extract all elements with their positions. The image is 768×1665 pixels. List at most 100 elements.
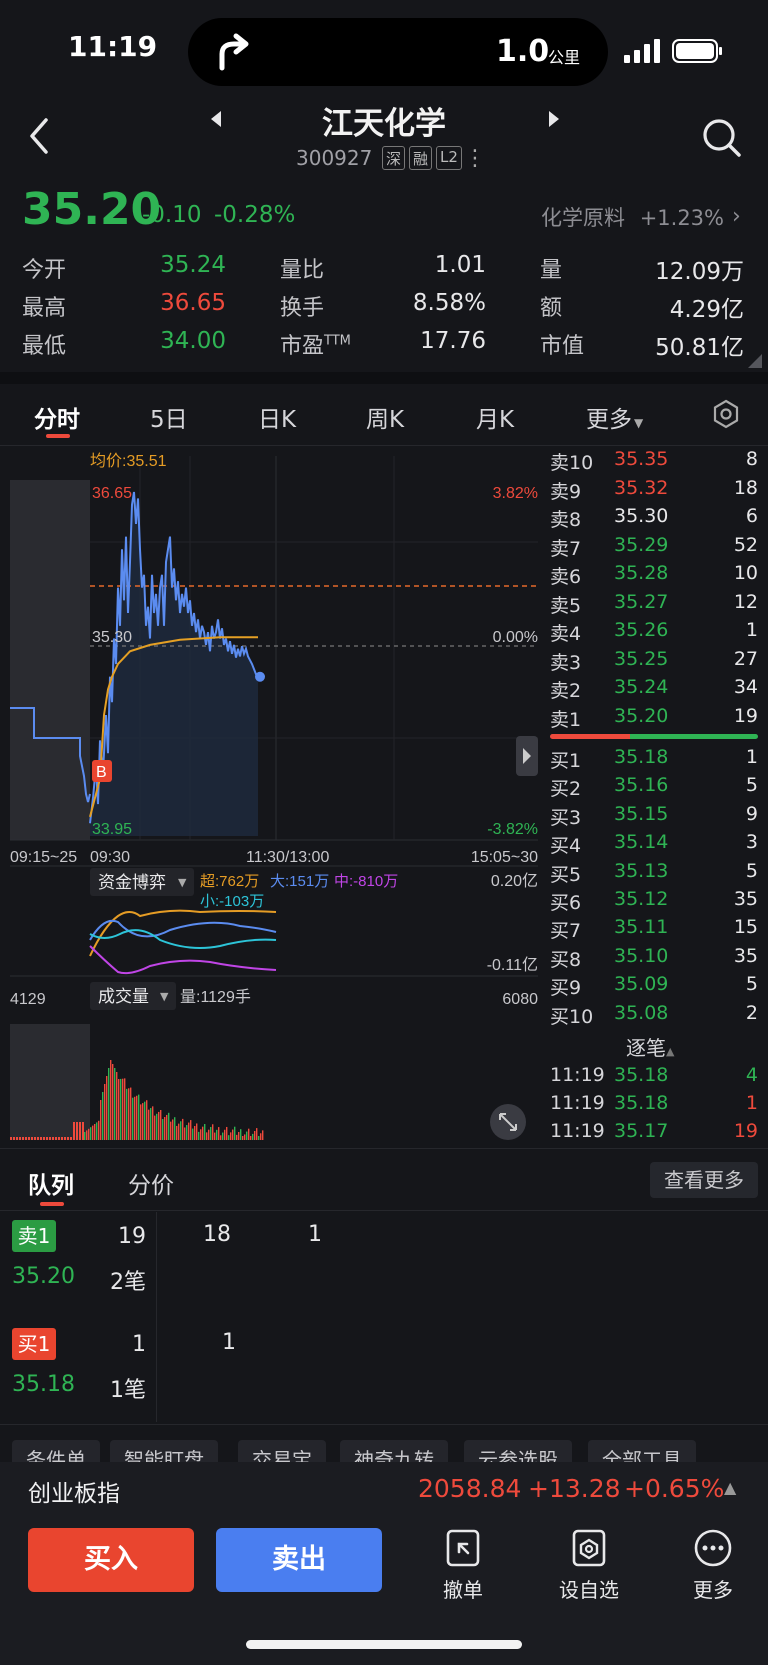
volume-bar xyxy=(88,1128,90,1140)
ask-row[interactable]: 卖6 35.28 10 xyxy=(548,562,758,590)
tab-monthly-k[interactable]: 月K xyxy=(476,400,514,434)
volume-bar xyxy=(228,1135,230,1140)
tick-time: 11:19 xyxy=(550,1092,605,1114)
tab-5day[interactable]: 5日 xyxy=(150,400,188,434)
volume-bar xyxy=(160,1110,162,1140)
level-label: 卖8 xyxy=(550,509,582,531)
ask-row[interactable]: 卖2 35.24 34 xyxy=(548,676,758,704)
tab-more[interactable]: 更多 ▼ xyxy=(586,400,643,434)
caret-up-icon[interactable]: ▲ xyxy=(724,1478,736,1497)
ask-row[interactable]: 卖3 35.25 27 xyxy=(548,648,758,676)
volume-bar xyxy=(252,1133,254,1140)
tab-intraday[interactable]: 分时 xyxy=(34,400,80,434)
volume-bar xyxy=(70,1137,72,1140)
amount-label: 额 xyxy=(540,296,563,321)
tab-daily-k[interactable]: 日K xyxy=(258,400,296,434)
ask-row[interactable]: 卖1 35.20 19 xyxy=(548,705,758,733)
bid-row[interactable]: 买2 35.16 5 xyxy=(548,774,758,802)
queue-divider xyxy=(156,1212,157,1422)
nav-distance-unit: 公里 xyxy=(548,48,581,67)
bid-row[interactable]: 买8 35.10 35 xyxy=(548,945,758,973)
volume-bar xyxy=(202,1126,204,1140)
sell1-count: 2笔 xyxy=(110,1270,146,1295)
index-name[interactable]: 创业板指 xyxy=(28,1474,120,1508)
home-indicator[interactable] xyxy=(246,1640,522,1649)
level-price: 35.15 xyxy=(614,802,669,825)
vol-ratio-label: 量比 xyxy=(280,258,325,283)
bid-row[interactable]: 买1 35.18 1 xyxy=(548,746,758,774)
tick-by-tick-title[interactable]: 逐笔▲ xyxy=(626,1032,674,1061)
level-price: 35.25 xyxy=(614,647,669,670)
ask-row[interactable]: 卖5 35.27 12 xyxy=(548,591,758,619)
avg-price-label: 均价:35.51 xyxy=(90,452,167,470)
level-volume: 5 xyxy=(745,973,758,996)
ask-row[interactable]: 卖7 35.29 52 xyxy=(548,534,758,562)
stock-name: 江天化学 xyxy=(322,106,446,142)
volume-bar xyxy=(256,1128,258,1140)
pct-base-label: 0.00% xyxy=(493,629,538,646)
level-volume: 35 xyxy=(733,944,758,967)
view-more-button[interactable]: 查看更多 xyxy=(650,1162,758,1198)
sell-button[interactable]: 卖出 xyxy=(216,1528,382,1592)
pe-label: 市盈TTM xyxy=(280,328,351,360)
volume-bar xyxy=(152,1106,154,1140)
bid-row[interactable]: 买5 35.13 5 xyxy=(548,860,758,888)
volume-bar xyxy=(176,1125,178,1140)
search-icon[interactable] xyxy=(700,116,744,160)
sell1-order[interactable]: 18 xyxy=(194,1222,240,1247)
x-label-open: 09:30 xyxy=(90,849,130,866)
volume-bar xyxy=(104,1084,106,1140)
level-volume: 3 xyxy=(745,831,758,854)
intraday-chart[interactable]: B 均价:35.51 36.65 3.82% 35.30 0.00% 33.95… xyxy=(0,446,540,1150)
volume-bar xyxy=(49,1137,51,1140)
high-label: 最高 xyxy=(22,296,67,321)
volume-bar xyxy=(186,1125,188,1140)
settings-hexagon-icon[interactable] xyxy=(710,398,742,430)
vol-right-label: 6080 xyxy=(502,991,538,1008)
tab-weekly-k[interactable]: 周K xyxy=(366,400,404,434)
level-price: 35.32 xyxy=(614,476,669,499)
ask-row[interactable]: 卖4 35.26 1 xyxy=(548,619,758,647)
more-dots-icon[interactable]: ⋮ xyxy=(464,146,486,171)
cancel-order-button[interactable]: 撤单 xyxy=(418,1526,508,1603)
bid-row[interactable]: 买4 35.14 3 xyxy=(548,831,758,859)
volume-bar xyxy=(162,1119,164,1140)
volume-bar xyxy=(154,1115,156,1140)
volume-bar xyxy=(108,1068,110,1140)
caret-down-icon: ▼ xyxy=(178,876,187,889)
high-value: 36.65 xyxy=(160,290,226,316)
sell1-order[interactable]: 1 xyxy=(292,1222,338,1247)
bid-row[interactable]: 买6 35.12 35 xyxy=(548,888,758,916)
volume-bar xyxy=(31,1137,33,1140)
more-icon xyxy=(694,1529,732,1567)
expand-corner-icon[interactable] xyxy=(748,354,762,368)
buy1-order[interactable]: 1 xyxy=(206,1330,252,1355)
buy-button[interactable]: 买入 xyxy=(28,1528,194,1592)
level-price: 35.26 xyxy=(614,619,669,641)
volume-bar xyxy=(102,1092,104,1140)
tab-queue[interactable]: 队列 xyxy=(28,1166,74,1200)
turnover-label: 换手 xyxy=(280,296,325,321)
sector-link[interactable]: 化学原料 +1.23% xyxy=(541,202,724,232)
volume-bar xyxy=(64,1137,66,1140)
fund-mid-line xyxy=(89,945,277,975)
volume-bar xyxy=(144,1101,146,1140)
bid-row[interactable]: 买10 35.08 2 xyxy=(548,1002,758,1030)
volume-bar xyxy=(232,1129,234,1140)
x-label-preopen: 09:15~25 xyxy=(10,849,77,866)
tab-price-distribution[interactable]: 分价 xyxy=(128,1166,174,1200)
add-watchlist-button[interactable]: 设自选 xyxy=(544,1526,634,1603)
volume-bar xyxy=(194,1126,196,1140)
bid-row[interactable]: 买7 35.11 15 xyxy=(548,916,758,944)
queue-tab-indicator xyxy=(40,1202,64,1206)
level-volume: 1 xyxy=(745,746,758,768)
more-actions-button[interactable]: 更多 xyxy=(668,1526,758,1603)
bid-row[interactable]: 买9 35.09 5 xyxy=(548,973,758,1001)
level-price: 35.24 xyxy=(614,676,669,698)
volume-bar xyxy=(96,1122,98,1140)
next-stock-button[interactable] xyxy=(542,108,564,130)
ask-row[interactable]: 卖9 35.32 18 xyxy=(548,477,758,505)
ask-row[interactable]: 卖8 35.30 6 xyxy=(548,505,758,533)
bid-row[interactable]: 买3 35.15 9 xyxy=(548,803,758,831)
ask-row[interactable]: 卖10 35.35 8 xyxy=(548,448,758,476)
